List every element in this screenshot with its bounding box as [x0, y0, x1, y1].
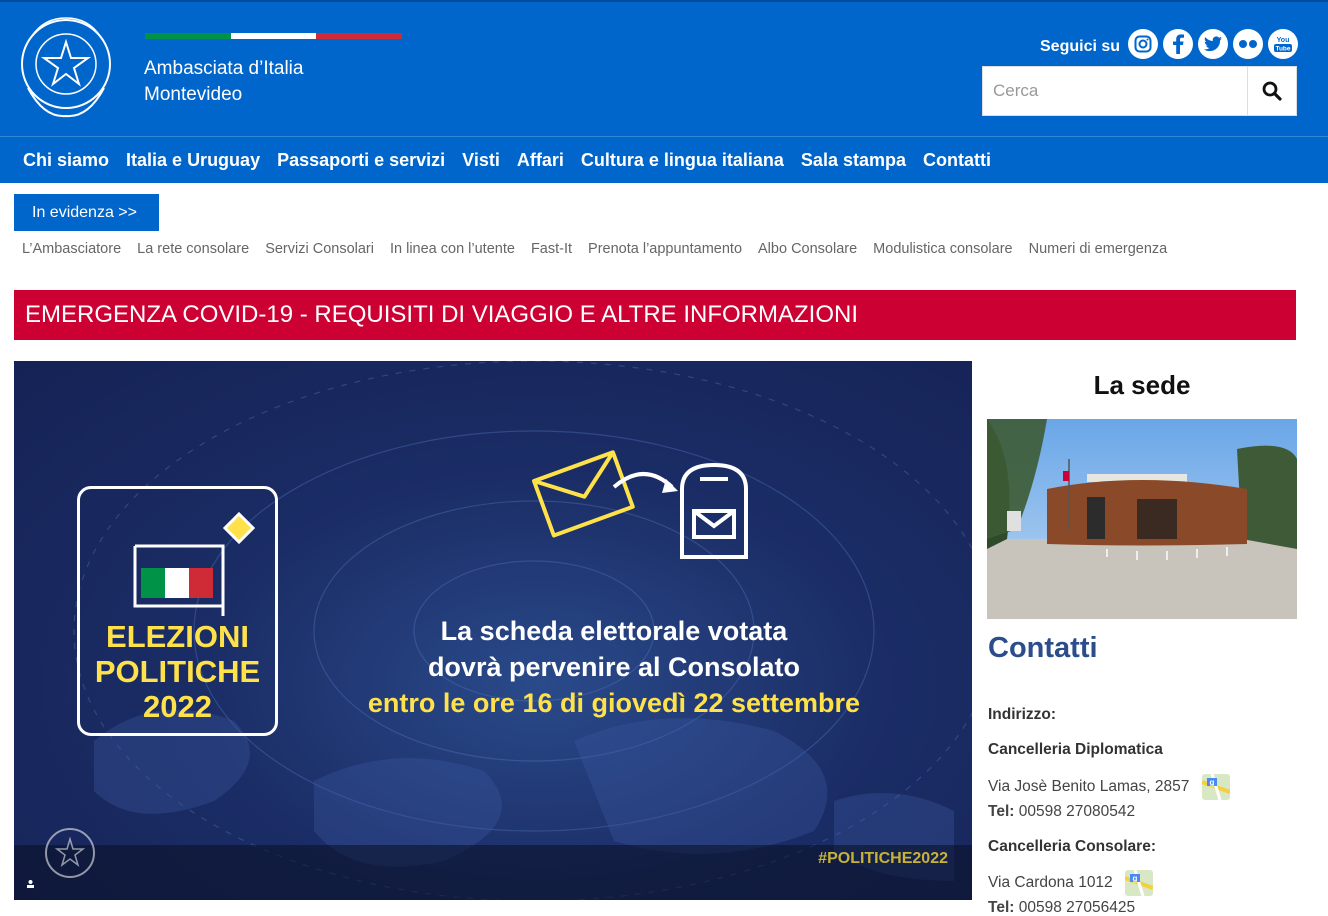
brand-subtitle: Montevideo [144, 84, 243, 105]
twitter-icon[interactable] [1198, 29, 1228, 59]
indirizzo-label: Indirizzo: [988, 706, 1057, 723]
address-consolare-text: Via Cardona 1012 [988, 874, 1113, 892]
follow-label: Seguici su [1040, 38, 1121, 55]
nav-item-visti[interactable]: Visti [462, 150, 500, 171]
quick-links: L’Ambasciatore La rete consolare Servizi… [22, 241, 1167, 257]
hero-hashtag: #POLITICHE2022 [818, 850, 948, 867]
hero-message-line1: La scheda elettorale votata [440, 616, 788, 646]
elezioni-line1: ELEZIONI [106, 619, 249, 654]
contatti-title: Contatti [988, 632, 1098, 664]
envelope-icon [532, 450, 635, 538]
cancelleria-diplomatica-label: Cancelleria Diplomatica [988, 741, 1163, 758]
address-diplomatica-text: Via Josè Benito Lamas, 2857 [988, 778, 1190, 796]
covid-banner[interactable]: EMERGENZA COVID-19 - REQUISITI DI VIAGGI… [14, 290, 1296, 340]
in-evidenza-button[interactable]: In evidenza >> [14, 194, 159, 231]
site-brand[interactable]: Ambasciata d’Italia Montevideo [144, 56, 303, 108]
quick-link-albo[interactable]: Albo Consolare [758, 241, 857, 257]
nav-item-cultura[interactable]: Cultura e lingua italiana [581, 150, 784, 171]
svg-text:You: You [1277, 37, 1290, 44]
hero-message-deadline: entro le ore 16 di giovedì 22 settembre [367, 688, 861, 718]
tel-diplomatica: Tel: 00598 27080542 [988, 803, 1135, 821]
sede-title: La sede [1093, 370, 1191, 400]
svg-text:g: g [1133, 874, 1138, 883]
ballot-box-icon [133, 511, 256, 616]
embassy-building-photo[interactable] [987, 419, 1297, 619]
quick-link-rete-consolare[interactable]: La rete consolare [137, 241, 249, 257]
hero-message: La scheda elettorale votata dovrà perven… [314, 613, 914, 721]
brand-title: Ambasciata d’Italia [144, 58, 304, 79]
nav-item-passaporti[interactable]: Passaporti e servizi [277, 150, 445, 171]
quick-link-fast-it[interactable]: Fast-It [531, 241, 572, 257]
elezioni-label: ELEZIONI POLITICHE 2022 [77, 619, 278, 724]
quick-link-servizi-consolari[interactable]: Servizi Consolari [265, 241, 374, 257]
nav-item-chi-siamo[interactable]: Chi siamo [23, 150, 109, 171]
address-consolare: Via Cardona 1012 g [988, 870, 1153, 896]
tel-diplomatica-number[interactable]: 00598 27080542 [1019, 803, 1135, 820]
main-nav: Chi siamo Italia e Uruguay Passaporti e … [0, 136, 1328, 183]
instagram-icon[interactable] [1128, 29, 1158, 59]
search-icon [1262, 81, 1282, 101]
elezioni-line2: POLITICHE [94, 654, 261, 689]
tel-consolare: Tel: 00598 27056425 [988, 899, 1135, 916]
italian-flag-bar [145, 33, 403, 39]
svg-text:Tube: Tube [1275, 46, 1290, 53]
flickr-icon[interactable] [1233, 29, 1263, 59]
nav-item-italia-uruguay[interactable]: Italia e Uruguay [126, 150, 260, 171]
tel-label: Tel: [988, 899, 1015, 916]
elezioni-line3: 2022 [143, 689, 212, 724]
user-icon[interactable] [26, 879, 35, 888]
social-links: You Tube [1128, 29, 1298, 59]
hero-slide[interactable]: ELEZIONI POLITICHE 2022 La scheda eletto… [14, 361, 972, 900]
cancelleria-consolare-label: Cancelleria Consolare: [988, 838, 1156, 855]
nav-item-affari[interactable]: Affari [517, 150, 564, 171]
nav-item-sala-stampa[interactable]: Sala stampa [801, 150, 906, 171]
mailbox-icon [680, 462, 748, 559]
facebook-icon[interactable] [1163, 29, 1193, 59]
google-maps-icon[interactable]: g [1201, 774, 1230, 800]
address-diplomatica: Via Josè Benito Lamas, 2857 g [988, 774, 1230, 800]
site-header: Ambasciata d’Italia Montevideo Seguici s… [0, 0, 1328, 136]
quick-link-prenota[interactable]: Prenota l’appuntamento [588, 241, 742, 257]
italian-republic-emblem-icon[interactable] [14, 8, 118, 126]
quick-link-modulistica[interactable]: Modulistica consolare [873, 241, 1012, 257]
hero-message-line2: dovrà pervenire al Consolato [427, 652, 801, 682]
tel-label: Tel: [988, 803, 1015, 820]
youtube-icon[interactable]: You Tube [1268, 29, 1298, 59]
search-input[interactable] [983, 67, 1247, 115]
quick-link-emergenza[interactable]: Numeri di emergenza [1029, 241, 1168, 257]
search-button[interactable] [1247, 67, 1296, 115]
quick-link-ambasciatore[interactable]: L’Ambasciatore [22, 241, 121, 257]
quick-link-in-linea[interactable]: In linea con l’utente [390, 241, 515, 257]
svg-text:g: g [1209, 778, 1214, 787]
republic-emblem-watermark-icon [45, 828, 95, 878]
tel-consolare-number[interactable]: 00598 27056425 [1019, 899, 1135, 916]
nav-item-contatti[interactable]: Contatti [923, 150, 991, 171]
search-box [982, 66, 1297, 116]
google-maps-icon[interactable]: g [1125, 870, 1153, 896]
